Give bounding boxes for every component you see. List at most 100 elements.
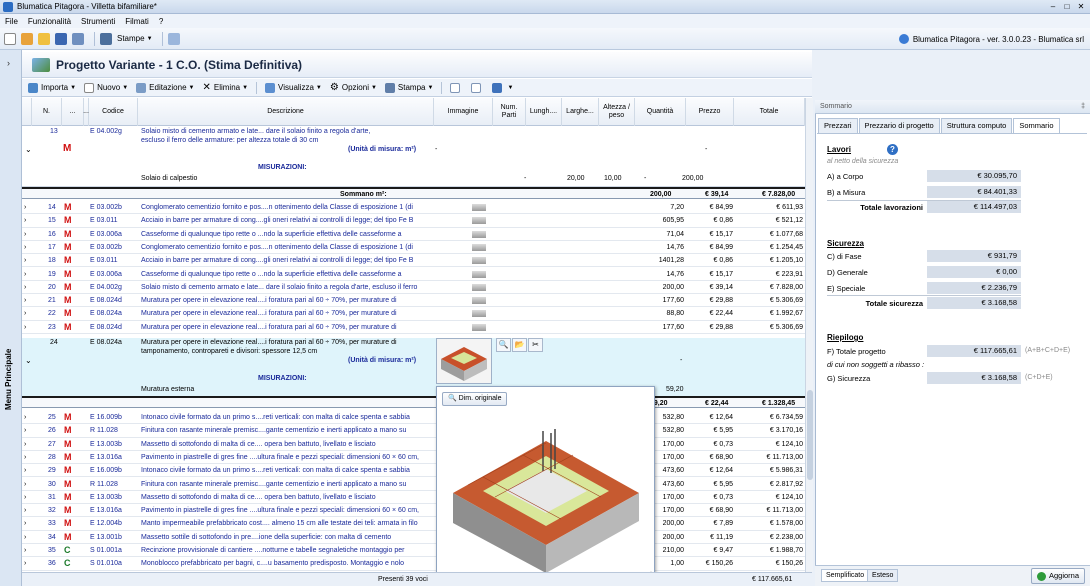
save-icon[interactable]: [55, 32, 67, 45]
save-as-icon[interactable]: [72, 32, 84, 45]
collapse-all-button[interactable]: [471, 82, 484, 93]
chevron-right-icon[interactable]: ›: [24, 228, 32, 241]
table-row[interactable]: › 27 M E 13.003b Massetto di sottofondo di m…: [22, 438, 805, 451]
table-row[interactable]: › 34 M E 13.001b Massetto sottile di sottofo…: [22, 531, 805, 544]
layout-button[interactable]: ▼: [492, 82, 513, 93]
col-quantita[interactable]: Quantità: [635, 98, 686, 126]
col-prezzo[interactable]: Prezzo: [686, 98, 734, 126]
opzioni-button[interactable]: ⚙ Opzioni ▼: [330, 82, 377, 93]
row-image-icon[interactable]: [472, 228, 492, 241]
vertical-scrollbar[interactable]: [805, 98, 813, 572]
chevron-right-icon[interactable]: ›: [24, 491, 32, 504]
chevron-right-icon[interactable]: ›: [24, 321, 32, 334]
expand-all-button[interactable]: [450, 82, 463, 93]
chevron-right-icon[interactable]: ›: [24, 451, 32, 464]
table-row[interactable]: › 31 M E 13.003b Massetto di sottofondo di m…: [22, 491, 805, 505]
tab-semplificato[interactable]: Semplificato: [821, 569, 870, 582]
table-row-selected[interactable]: ⌄ 24 E 08.024a Muratura per opere in ele…: [22, 338, 805, 396]
chevron-right-icon[interactable]: ›: [24, 307, 32, 320]
menu-filmati[interactable]: Filmati: [120, 17, 154, 26]
chevron-right-icon[interactable]: ›: [24, 254, 32, 267]
table-row[interactable]: › 26 M R 11.028 Finitura con rasante mineral…: [22, 424, 805, 438]
help-icon[interactable]: ?: [887, 144, 898, 155]
col-totale[interactable]: Totale: [734, 98, 805, 126]
chevron-right-icon[interactable]: ›: [24, 241, 32, 254]
chevron-down-icon[interactable]: ⌄: [25, 356, 32, 365]
chevron-right-icon[interactable]: ›: [24, 544, 32, 557]
col-num-parti[interactable]: Num. Parti: [493, 98, 526, 126]
tab-prezzari[interactable]: Prezzari: [818, 118, 858, 133]
row-image-icon[interactable]: [472, 281, 492, 294]
original-size-button[interactable]: 🔍 Dim. originale: [442, 392, 508, 406]
maximize-button[interactable]: □: [1060, 2, 1074, 12]
row-image-icon[interactable]: [472, 294, 492, 307]
col-altezza[interactable]: Altezza / peso: [599, 98, 635, 126]
tab-prezzario-progetto[interactable]: Prezzario di progetto: [858, 118, 940, 133]
importa-button[interactable]: Importa ▼: [28, 82, 76, 93]
table-row[interactable]: › 23 M E 08.024d Muratura per opere in eleva…: [22, 321, 805, 334]
table-row[interactable]: › 32 M E 13.016a Pavimento in piastrelle di …: [22, 504, 805, 518]
col-type[interactable]: ...: [62, 98, 84, 126]
table-row[interactable]: › 17 M E 03.002b Conglomerato cementizio for…: [22, 241, 805, 255]
main-menu-label[interactable]: Menu Principale: [4, 290, 13, 410]
chevron-right-icon[interactable]: ›: [24, 464, 32, 477]
table-row[interactable]: › 22 M E 08.024a Muratura per opere in eleva…: [22, 307, 805, 321]
row-image-icon[interactable]: [472, 254, 492, 267]
chevron-right-icon[interactable]: ›: [24, 411, 32, 424]
close-button[interactable]: ✕: [1074, 2, 1088, 12]
row-image-icon[interactable]: [472, 241, 492, 254]
table-row[interactable]: › 18 M E 03.011 Acciaio in barre per armatur…: [22, 254, 805, 268]
tab-esteso[interactable]: Esteso: [867, 569, 899, 582]
chevron-right-icon[interactable]: ›: [24, 424, 32, 437]
table-row[interactable]: › 28 M E 13.016a Pavimento in piastrelle di …: [22, 451, 805, 465]
nuovo-button[interactable]: Nuovo ▼: [84, 82, 128, 93]
zoom-image-button[interactable]: 🔍: [496, 338, 511, 352]
table-row[interactable]: › 33 M E 12.004b Manto impermeabile prefabbr…: [22, 517, 805, 531]
row-image-icon[interactable]: [472, 268, 492, 281]
minimize-button[interactable]: –: [1046, 2, 1060, 12]
row-image-icon[interactable]: [472, 307, 492, 320]
stampa-button[interactable]: Stampa ▼: [384, 82, 433, 93]
open-folder-icon[interactable]: [38, 32, 50, 45]
aggiorna-button[interactable]: Aggiorna: [1030, 568, 1085, 584]
table-row[interactable]: › 15 M E 03.011 Acciaio in barre per armatur…: [22, 214, 805, 228]
printer-icon[interactable]: [100, 32, 112, 45]
scrollbar-thumb[interactable]: [807, 390, 813, 480]
table-row[interactable]: › 36 C S 01.010a Monoblocco prefabbricato pe…: [22, 557, 805, 571]
menu-strumenti[interactable]: Strumenti: [76, 17, 120, 26]
main-menu-strip[interactable]: › Menu Principale: [0, 50, 22, 586]
new-icon[interactable]: [4, 32, 16, 45]
table-row[interactable]: › 14 M E 03.002b Conglomerato cementizio for…: [22, 201, 805, 215]
row-image-icon[interactable]: [472, 214, 492, 227]
table-row[interactable]: › 25 M E 16.009b Intonaco civile formato da …: [22, 411, 805, 425]
table-row[interactable]: › 16 M E 03.006a Casseforme di qualunque tip…: [22, 228, 805, 241]
chevron-down-icon[interactable]: ⌄: [25, 145, 32, 154]
table-row[interactable]: › 19 M E 03.006a Casseforme di qualunque tip…: [22, 268, 805, 281]
chevron-right-icon[interactable]: ›: [7, 58, 10, 68]
editazione-button[interactable]: Editazione ▼: [136, 82, 194, 93]
chevron-right-icon[interactable]: ›: [24, 294, 32, 307]
col-n[interactable]: N.: [32, 98, 62, 126]
menu-funzionalita[interactable]: Funzionalità: [23, 17, 76, 26]
chevron-right-icon[interactable]: ›: [24, 281, 32, 294]
col-immagine[interactable]: Immagine: [434, 98, 493, 126]
chevron-right-icon[interactable]: ›: [24, 517, 32, 530]
menu-file[interactable]: File: [0, 17, 23, 26]
pin-icon[interactable]: ‡: [1081, 100, 1085, 114]
chevron-right-icon[interactable]: ›: [24, 214, 32, 227]
chevron-right-icon[interactable]: ›: [24, 201, 32, 214]
chevron-right-icon[interactable]: ›: [24, 268, 32, 281]
tab-struttura-computo[interactable]: Struttura computo: [940, 118, 1013, 133]
window-icon[interactable]: [167, 32, 180, 45]
table-row[interactable]: › 20 M E 04.002g Solaio misto di cemento arm…: [22, 281, 805, 295]
chevron-right-icon[interactable]: ›: [24, 478, 32, 491]
table-row[interactable]: › 30 M R 11.028 Finitura con rasante mineral…: [22, 478, 805, 491]
remove-image-button[interactable]: ✂: [528, 338, 543, 352]
chevron-right-icon[interactable]: ›: [24, 531, 32, 544]
row-image-icon[interactable]: [472, 201, 492, 214]
print-menu-button[interactable]: Stampe: [117, 34, 145, 43]
chevron-right-icon[interactable]: ›: [24, 504, 32, 517]
visualizza-button[interactable]: Visualizza ▼: [265, 82, 322, 93]
table-row-expanded[interactable]: ⌄ 13 M E 04.002g Solaio misto di cemento…: [22, 127, 805, 187]
menu-help[interactable]: ?: [154, 17, 168, 26]
